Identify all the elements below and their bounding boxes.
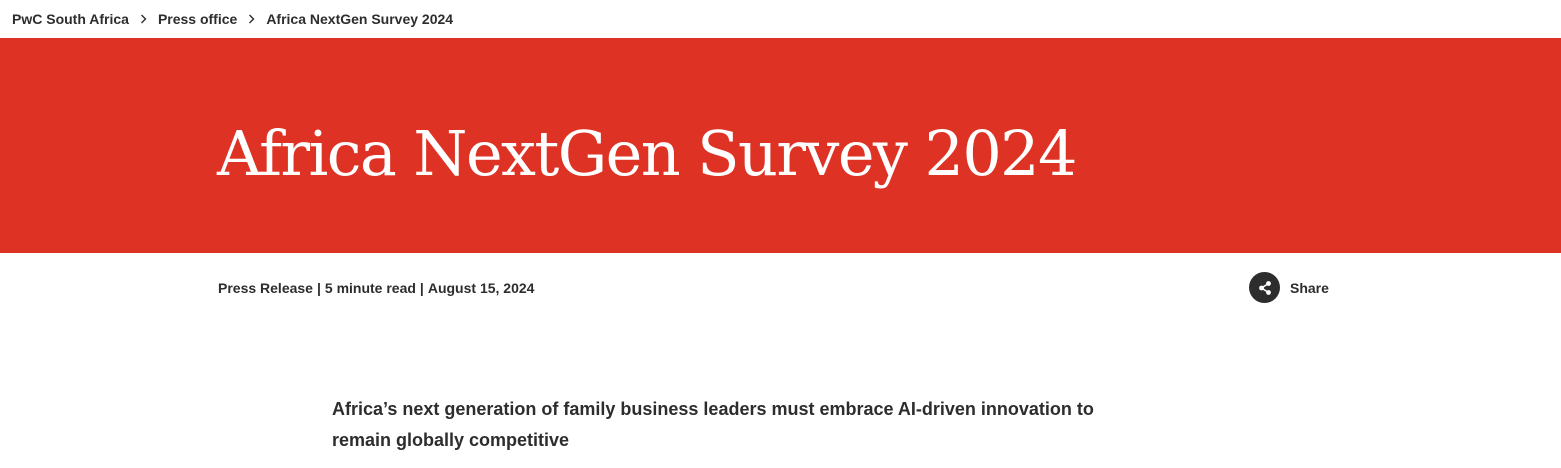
share-label[interactable]: Share [1290,280,1329,296]
hero-banner: Africa NextGen Survey 2024 [0,38,1561,253]
share-icon[interactable] [1249,272,1280,303]
article-lead: Africa’s next generation of family busin… [332,399,1094,450]
page: PwC South Africa Press office Africa Nex… [0,0,1561,468]
share-button[interactable]: Share [1249,272,1329,303]
read-time: 5 minute read [324,280,416,296]
chevron-right-icon [129,14,158,24]
breadcrumb-current-page: Africa NextGen Survey 2024 [266,11,454,27]
chevron-right-icon [237,14,266,24]
article-meta: Press Release | 5 minute read | August 15, 2… [218,279,534,297]
page-title: Africa NextGen Survey 2024 [217,117,1077,190]
publish-date: August 15, 2024 [427,280,535,296]
breadcrumb-link-pwc-south-africa[interactable]: PwC South Africa [12,11,129,27]
breadcrumb-link-press-office[interactable]: Press office [158,11,237,27]
breadcrumb: PwC South Africa Press office Africa Nex… [12,0,453,38]
meta-separator: | [316,280,321,296]
article-type: Press Release [218,280,313,296]
meta-separator: | [419,280,424,296]
